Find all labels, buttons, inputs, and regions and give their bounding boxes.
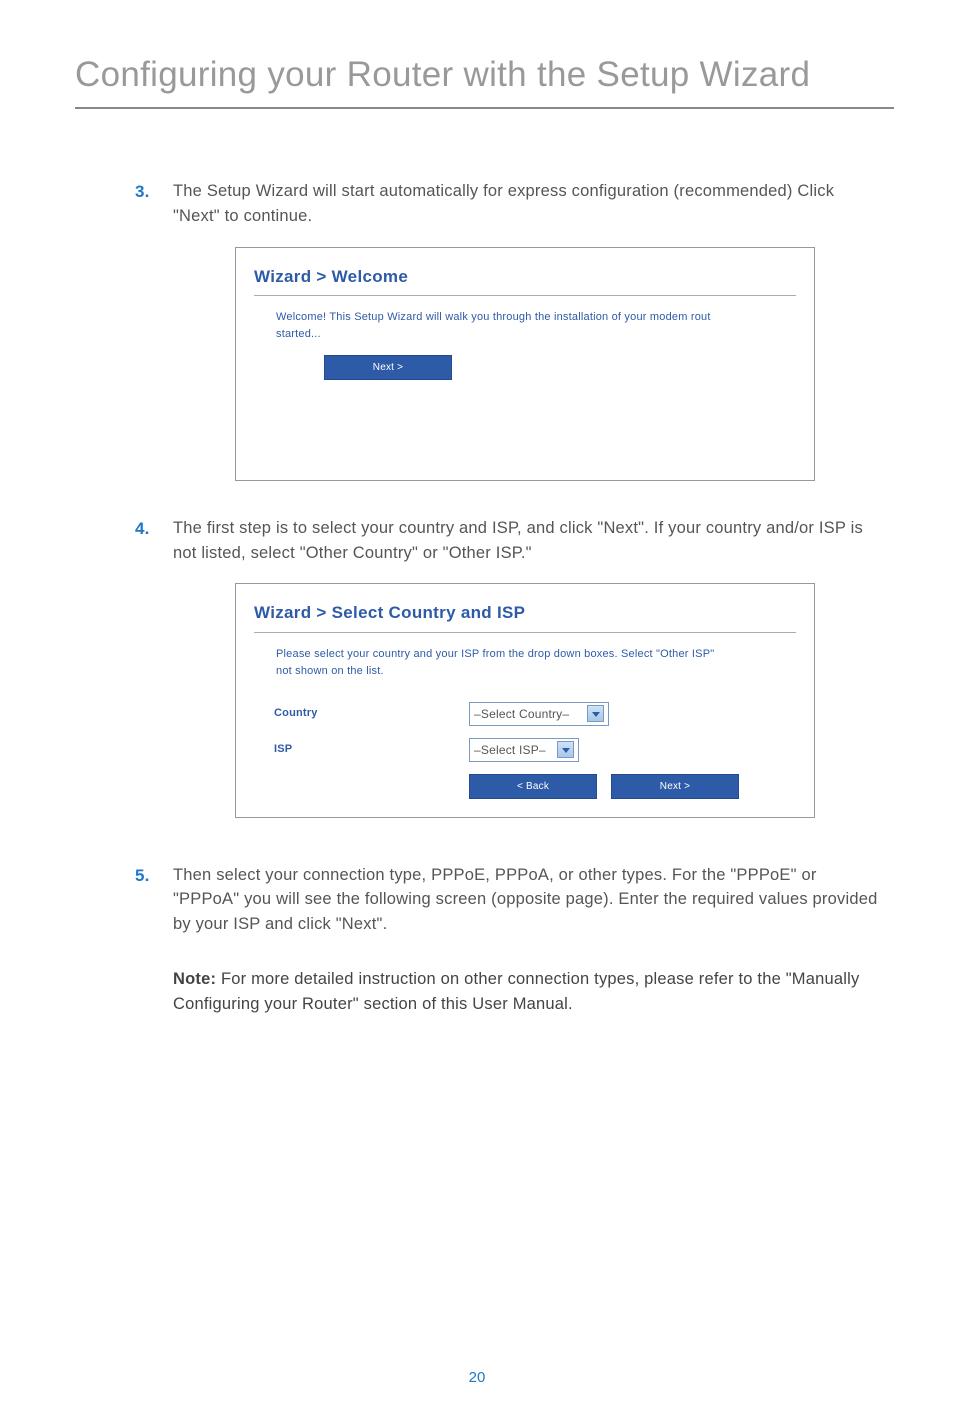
chevron-down-icon	[587, 705, 604, 722]
page-number: 20	[0, 1369, 954, 1386]
isp-select[interactable]: –Select ISP–	[469, 738, 579, 762]
wizard-welcome-screenshot: Wizard > Welcome Welcome! This Setup Wiz…	[235, 247, 815, 481]
isp-select-value: –Select ISP–	[474, 741, 546, 759]
country-select-value: –Select Country–	[474, 705, 569, 723]
next-button[interactable]: Next >	[324, 355, 452, 380]
step-5: 5. Then select your connection type, PPP…	[135, 863, 884, 937]
note-text: For more detailed instruction on other c…	[173, 970, 859, 1014]
next-button[interactable]: Next >	[611, 774, 739, 799]
content-area: 3. The Setup Wizard will start automatic…	[135, 179, 884, 1018]
note-block: Note: For more detailed instruction on o…	[173, 967, 884, 1018]
wizard-isp-screenshot: Wizard > Select Country and ISP Please s…	[235, 583, 815, 817]
country-row: Country –Select Country–	[274, 702, 796, 726]
step-3-text: The Setup Wizard will start automaticall…	[173, 179, 884, 229]
page-title: Configuring your Router with the Setup W…	[75, 55, 810, 94]
page-title-bar: Configuring your Router with the Setup W…	[75, 55, 894, 109]
isp-row: ISP –Select ISP–	[274, 738, 796, 762]
step-5-number: 5.	[135, 863, 173, 937]
wizard-isp-instruction2: not shown on the list.	[276, 664, 796, 679]
wizard-welcome-heading: Wizard > Welcome	[254, 264, 796, 297]
wizard-isp-instruction: Please select your country and your ISP …	[276, 647, 796, 662]
back-button[interactable]: < Back	[469, 774, 597, 799]
country-select[interactable]: –Select Country–	[469, 702, 609, 726]
wizard-welcome-button-row: Next >	[324, 353, 796, 380]
step-4-text: The first step is to select your country…	[173, 516, 884, 566]
step-5-text: Then select your connection type, PPPoE,…	[173, 863, 884, 937]
step-4: 4. The first step is to select your coun…	[135, 516, 884, 566]
spacer	[254, 380, 796, 452]
step-3-number: 3.	[135, 179, 173, 229]
note-label: Note:	[173, 970, 216, 988]
step-4-number: 4.	[135, 516, 173, 566]
chevron-down-icon	[557, 741, 574, 758]
isp-nav-buttons: < Back Next >	[469, 774, 796, 799]
isp-fields: Country –Select Country– ISP –Select ISP…	[274, 702, 796, 762]
wizard-isp-heading: Wizard > Select Country and ISP	[254, 600, 796, 633]
wizard-welcome-body: Welcome! This Setup Wizard will walk you…	[276, 310, 796, 325]
step-3: 3. The Setup Wizard will start automatic…	[135, 179, 884, 229]
country-label: Country	[274, 705, 469, 722]
isp-label: ISP	[274, 741, 469, 758]
wizard-welcome-started: started...	[276, 327, 796, 342]
